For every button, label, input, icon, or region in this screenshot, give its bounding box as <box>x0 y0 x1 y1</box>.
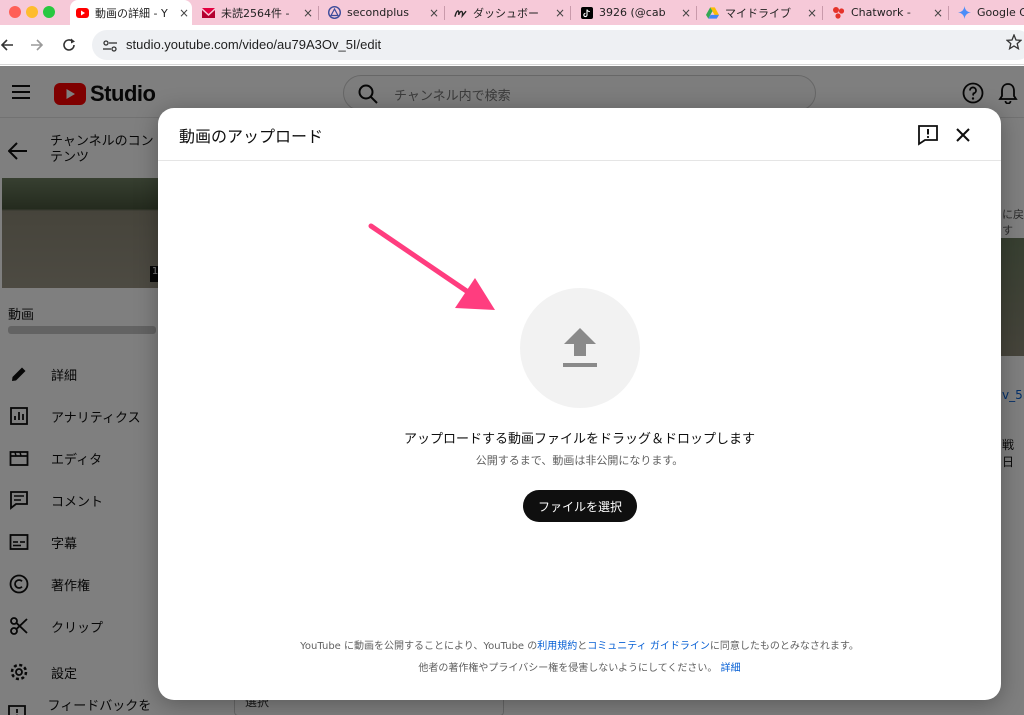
tab-close-icon[interactable]: × <box>176 6 192 20</box>
script-logo-icon <box>454 6 467 19</box>
url-text: studio.youtube.com/video/au79A3Ov_5I/edi… <box>126 37 382 52</box>
address-bar-row: studio.youtube.com/video/au79A3Ov_5I/edi… <box>0 25 1024 65</box>
tab-secondplus[interactable]: secondplus × <box>322 0 442 25</box>
private-notice: 公開するまで、動画は非公開になります。 <box>475 454 684 467</box>
mail-icon <box>202 6 215 19</box>
send-feedback-button[interactable] <box>916 123 940 147</box>
pointer-arrow-annotation <box>368 223 495 310</box>
triangle-logo-icon <box>328 6 341 19</box>
site-settings-icon[interactable] <box>102 38 118 57</box>
upload-dialog: 動画のアップロード アップロードする動画ファイルをドラッグ＆ドロップします 公開… <box>158 108 1001 700</box>
close-icon <box>956 128 970 142</box>
tab-mail[interactable]: 未読2564件 - × <box>196 0 316 25</box>
tab-chatwork[interactable]: Chatwork - × <box>826 0 946 25</box>
dialog-title: 動画のアップロード <box>179 127 324 146</box>
forward-button[interactable] <box>25 33 49 57</box>
forward-arrow-icon <box>31 39 44 51</box>
reload-button[interactable] <box>57 33 81 57</box>
terms-of-service-link[interactable]: 利用規約 <box>537 641 577 652</box>
tab-video-details[interactable]: 動画の詳細 - Y × <box>70 0 192 25</box>
url-field[interactable]: studio.youtube.com/video/au79A3Ov_5I/edi… <box>92 30 1024 60</box>
tab-close-icon[interactable]: × <box>804 6 820 20</box>
tab-close-icon[interactable]: × <box>300 6 316 20</box>
drop-instructions: アップロードする動画ファイルをドラッグ＆ドロップします <box>403 432 755 447</box>
terms-notice: YouTube に動画を公開することにより、YouTube の利用規約とコミュニ… <box>300 641 859 652</box>
upload-arrow-icon <box>563 328 597 367</box>
learn-more-link[interactable]: 詳細 <box>721 663 741 674</box>
tab-close-icon[interactable]: × <box>678 6 694 20</box>
community-guidelines-link[interactable]: コミュニティ ガイドライン <box>587 641 710 652</box>
back-arrow-icon <box>0 39 13 51</box>
minimize-window-button[interactable] <box>26 6 38 18</box>
tab-google-gemini[interactable]: Google Ge <box>952 0 1024 25</box>
close-dialog-button[interactable] <box>951 123 975 147</box>
tab-close-icon[interactable]: × <box>930 6 946 20</box>
zoom-window-button[interactable] <box>43 6 55 18</box>
dialog-header: 動画のアップロード <box>158 108 1001 161</box>
close-window-button[interactable] <box>9 6 21 18</box>
tab-close-icon[interactable]: × <box>552 6 568 20</box>
upload-drop-area[interactable] <box>520 288 640 408</box>
reload-icon <box>63 38 75 51</box>
copyright-notice: 他者の著作権やプライバシー権を侵害しないようにしてください。 詳細 <box>418 663 741 674</box>
studio-app: Studio チャンネル内で検索 チャンネルのコンテンツ 1 動画 詳細 <box>0 66 1024 715</box>
tab-dashboard[interactable]: ダッシュボー × <box>448 0 568 25</box>
tiktok-icon <box>580 6 593 19</box>
feedback-alert-icon <box>918 125 938 146</box>
tab-tiktok[interactable]: 3926 (@cab × <box>574 0 694 25</box>
tab-google-drive[interactable]: マイドライブ × <box>700 0 820 25</box>
select-files-button[interactable]: ファイルを選択 <box>523 490 637 522</box>
chatwork-icon <box>832 6 845 19</box>
gemini-icon <box>958 6 971 19</box>
drive-icon <box>706 6 719 19</box>
browser-tab-bar: 動画の詳細 - Y × 未読2564件 - × secondplus × ダッシ… <box>0 0 1024 25</box>
youtube-icon <box>76 6 89 19</box>
bookmark-star-icon[interactable] <box>1005 33 1023 54</box>
back-button[interactable] <box>0 33 19 57</box>
tab-close-icon[interactable]: × <box>426 6 442 20</box>
